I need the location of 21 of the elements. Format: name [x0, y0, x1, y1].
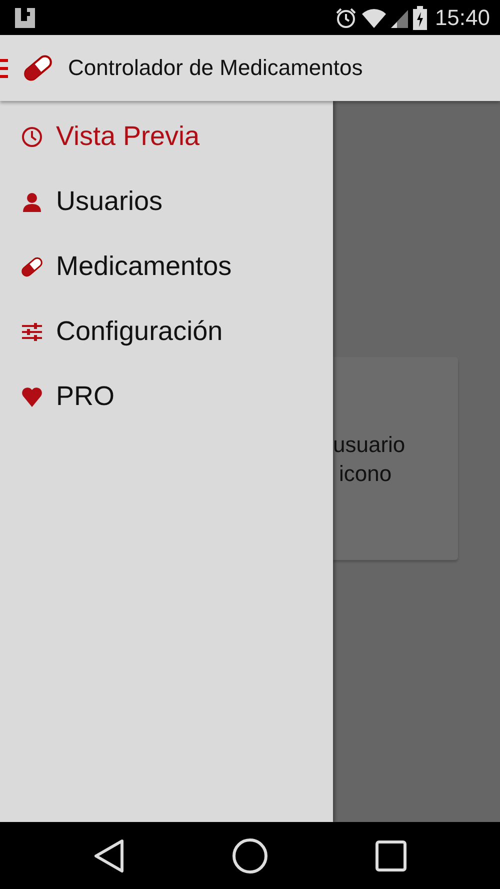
heart-icon	[20, 386, 44, 408]
card-text: usuario	[333, 431, 406, 459]
card-text: icono	[339, 460, 392, 488]
recents-icon[interactable]	[374, 840, 407, 872]
clock-time: 15:40	[434, 4, 490, 30]
menu-icon[interactable]	[0, 58, 8, 78]
drawer-item[interactable]: Usuarios	[0, 169, 333, 234]
app-notification-icon	[14, 6, 36, 28]
wifi-icon	[360, 6, 387, 28]
app-title: Controlador de Medicamentos	[68, 55, 363, 81]
user-icon	[20, 190, 44, 212]
battery-icon	[412, 6, 427, 30]
drawer-item[interactable]: Configuración	[0, 299, 333, 364]
drawer-item[interactable]: Medicamentos	[0, 234, 333, 299]
drawer-item[interactable]: Vista Previa	[0, 104, 333, 169]
clock-icon	[20, 126, 44, 148]
drawer-item[interactable]: PRO	[0, 364, 333, 429]
back-icon[interactable]	[93, 838, 126, 872]
home-icon[interactable]	[232, 838, 268, 874]
alarm-icon	[334, 6, 357, 28]
sliders-icon	[20, 320, 44, 342]
